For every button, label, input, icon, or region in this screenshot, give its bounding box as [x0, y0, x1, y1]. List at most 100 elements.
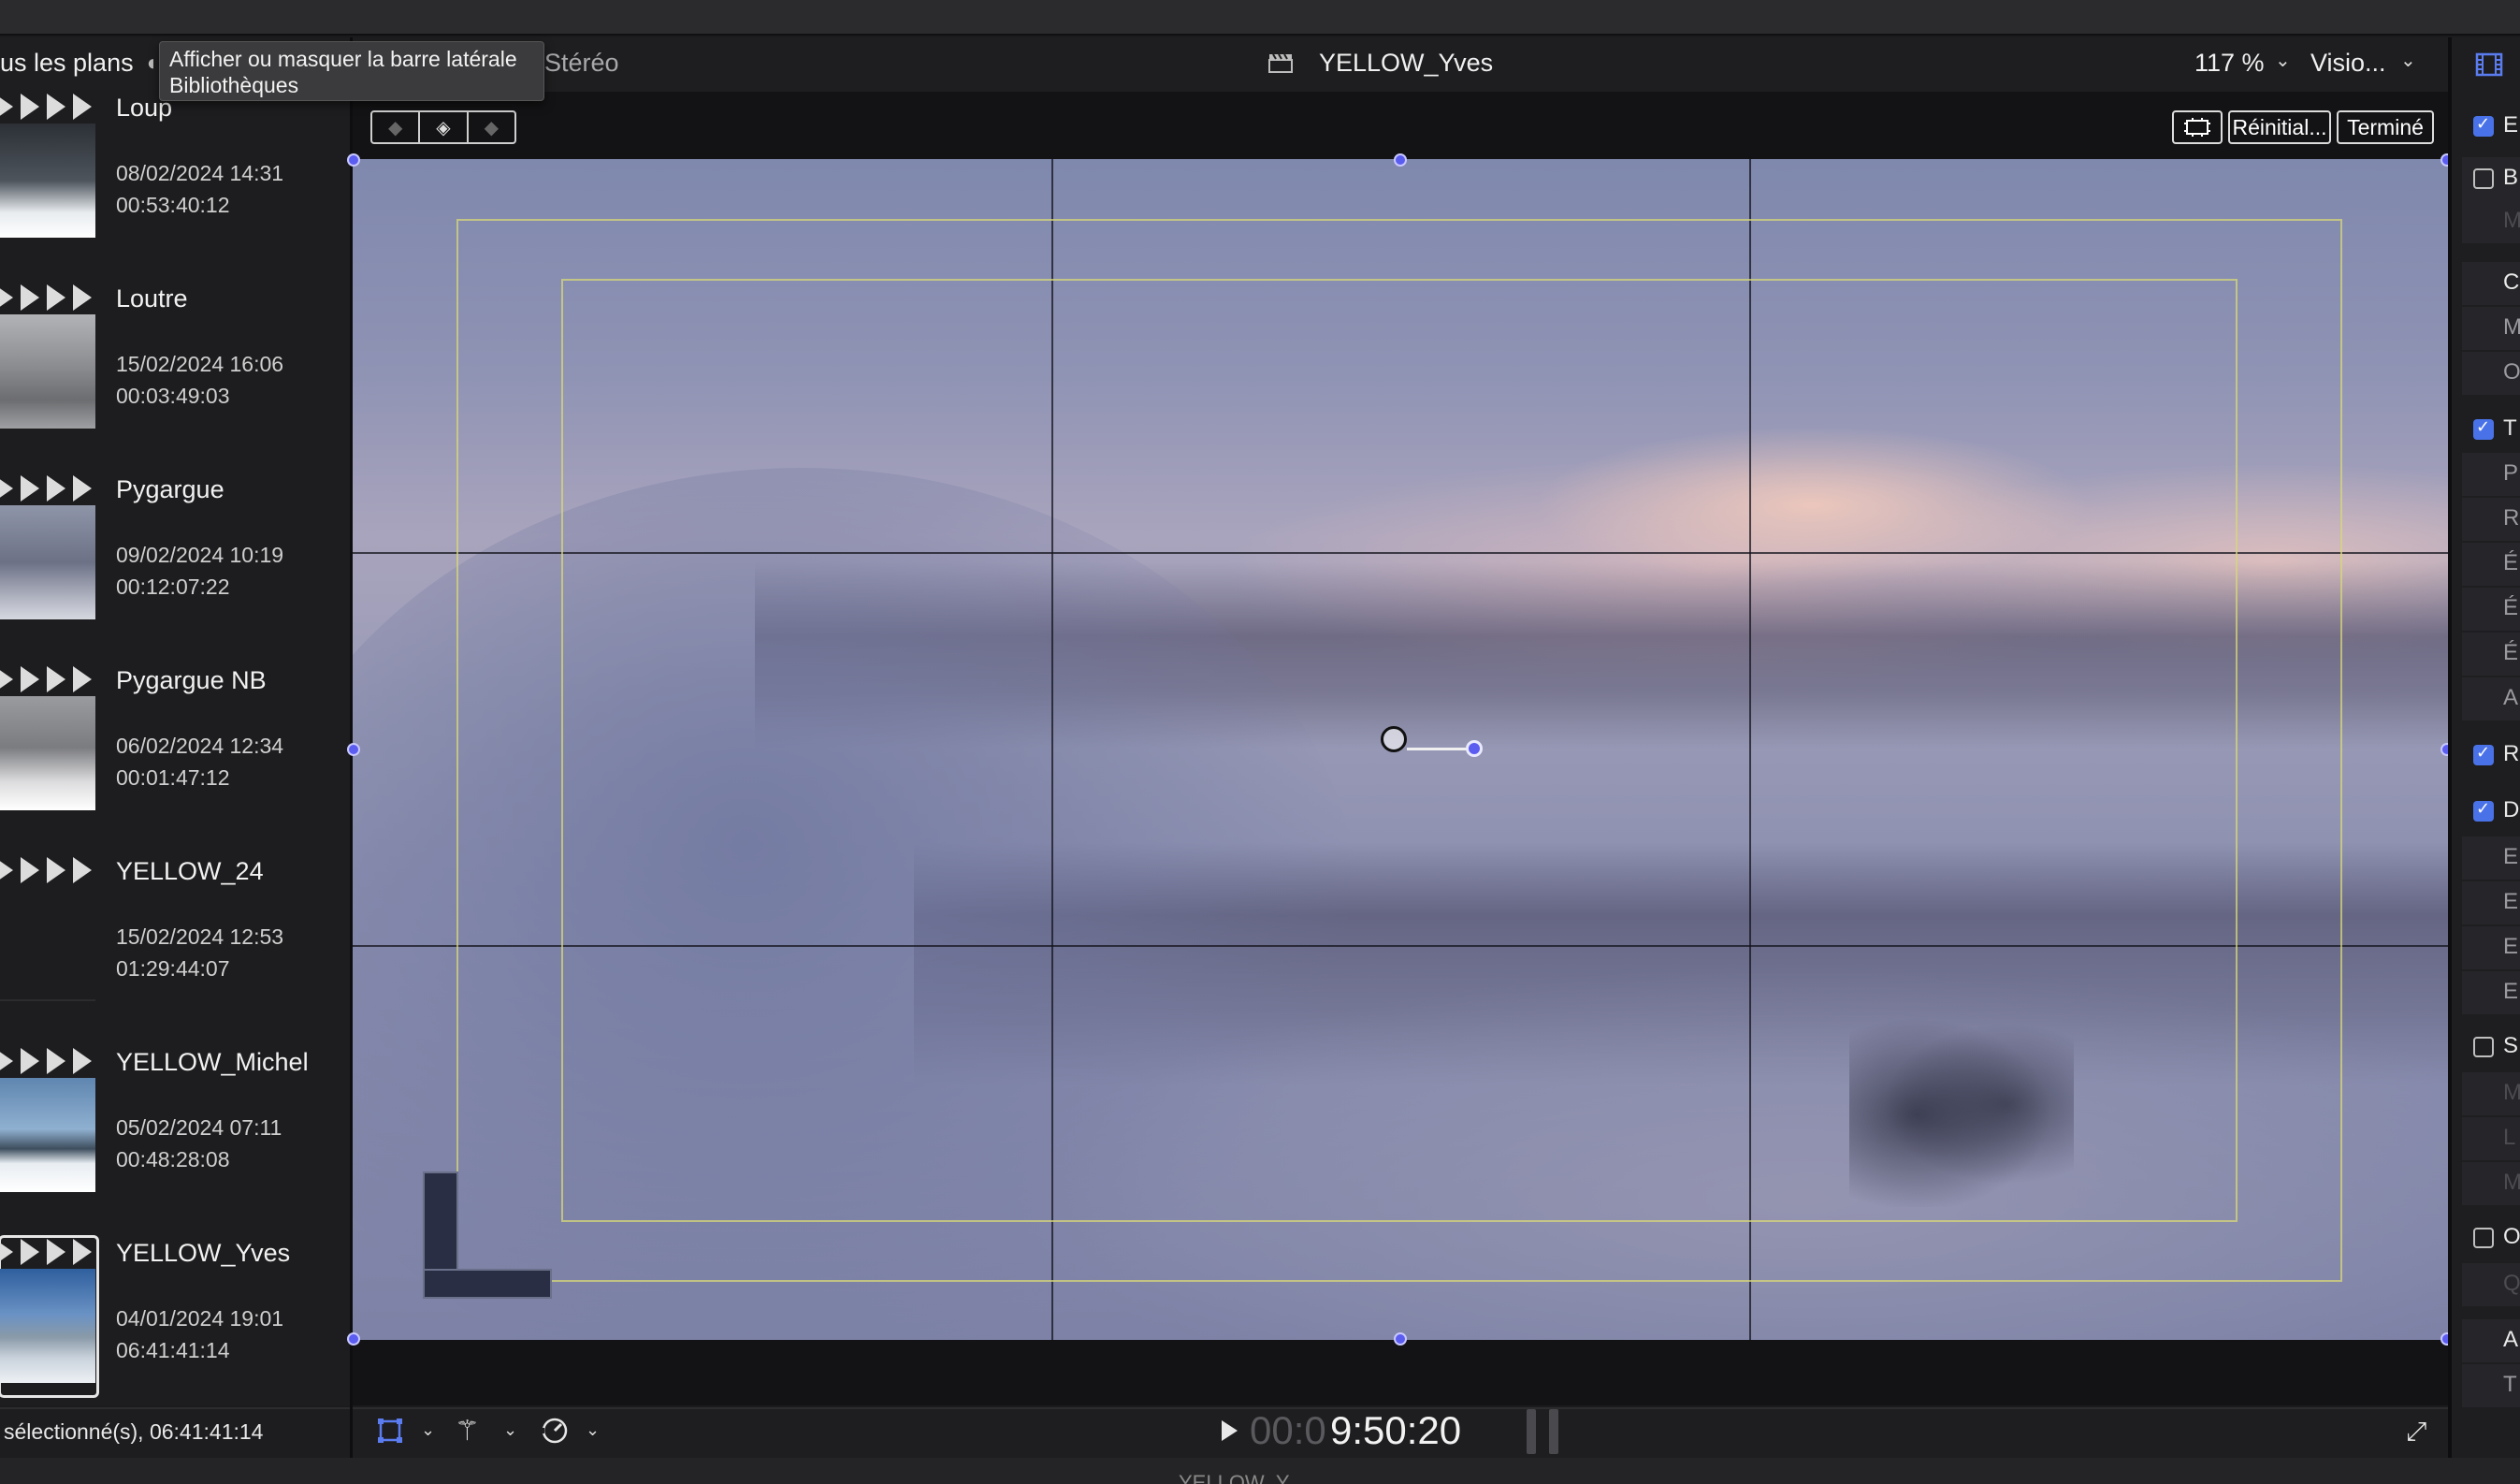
chevron-down-icon[interactable]: ⌄ — [2400, 49, 2416, 72]
effect-enable-checkbox[interactable] — [2473, 743, 2494, 765]
reset-button[interactable]: Réinitial... — [2228, 110, 2331, 144]
chevron-down-icon[interactable]: ⌄ — [421, 1420, 435, 1440]
inspector-video-icon[interactable] — [2475, 52, 2503, 77]
clip-name: Loutre — [116, 284, 188, 313]
effect-enable-checkbox[interactable] — [2473, 799, 2494, 822]
inspector-section-label: R — [2503, 741, 2520, 766]
clip-date: 09/02/2024 10:19 — [116, 543, 284, 567]
view-menu[interactable]: Visio... — [2310, 49, 2386, 78]
clapper-icon — [1268, 53, 1293, 73]
clip-name: Pygargue NB — [116, 666, 267, 694]
clip-date: 08/02/2024 14:31 — [116, 161, 284, 185]
keyframe-prev-icon[interactable]: ◆ — [372, 112, 421, 142]
audio-channel-label: Stéréo — [544, 49, 619, 77]
anchor-point-icon[interactable] — [1381, 726, 1407, 752]
inspector-param-label: E — [2503, 979, 2519, 1004]
done-button[interactable]: Terminé — [2337, 110, 2434, 144]
transform-handle[interactable] — [1394, 1332, 1407, 1346]
play-icon[interactable] — [1222, 1420, 1238, 1441]
clip-thumbnail[interactable] — [0, 314, 95, 429]
clip-duration: 06:41:41:14 — [116, 1338, 230, 1362]
inspector-param-label: É — [2503, 550, 2519, 575]
clip-item-yellow-24[interactable]: YELLOW_24 15/02/2024 12:53 01:29:44:07 — [0, 853, 352, 1044]
filmstrip-icon — [0, 1048, 95, 1074]
tooltip-line: Afficher ou masquer la barre latérale — [169, 47, 517, 71]
clip-name: Pygargue — [116, 475, 224, 503]
keyframe-navigator[interactable]: ◆ ◈ ◆ — [370, 110, 516, 144]
keyframe-next-icon[interactable]: ◆ — [469, 112, 514, 142]
clip-thumbnail[interactable] — [0, 696, 95, 810]
clip-date: 15/02/2024 12:53 — [116, 924, 284, 949]
speed-icon[interactable] — [541, 1417, 569, 1445]
inspector-param-label: E — [2503, 934, 2519, 959]
effect-enable-checkbox[interactable] — [2473, 1037, 2494, 1057]
magic-wand-icon[interactable]: ⚚ — [455, 1415, 480, 1448]
inspector-param-label: A — [2503, 685, 2519, 710]
keyframe-add-icon[interactable]: ◈ — [420, 112, 469, 142]
effect-enable-checkbox[interactable] — [2473, 168, 2494, 189]
clip-duration: 00:03:49:03 — [116, 384, 230, 408]
transform-icon[interactable] — [376, 1417, 404, 1445]
chevron-down-icon[interactable]: ⌄ — [503, 1420, 517, 1440]
effect-enable-checkbox[interactable] — [2473, 417, 2494, 440]
audio-level-meter — [1549, 1409, 1558, 1454]
clip-thumbnail[interactable] — [0, 887, 95, 1001]
effect-enable-checkbox[interactable] — [2473, 114, 2494, 137]
filmstrip-icon — [0, 475, 95, 502]
inspector-param-label: L — [2503, 1125, 2516, 1150]
sidebar-toggle-icon[interactable]: ◖ — [144, 51, 158, 77]
transform-handle[interactable] — [347, 153, 360, 167]
browser-clip-list[interactable]: Loup 08/02/2024 14:31 00:53:40:12 Loutre… — [0, 90, 352, 1405]
transform-handle[interactable] — [347, 1332, 360, 1346]
transform-handle[interactable] — [347, 743, 360, 756]
clip-item-loutre[interactable]: Loutre 15/02/2024 16:06 00:03:49:03 — [0, 281, 352, 472]
clip-item-pygargue-nb[interactable]: Pygargue NB 06/02/2024 12:34 00:01:47:12 — [0, 662, 352, 853]
timeline-clip-label: YELLOW_Y... — [1179, 1471, 1305, 1484]
crop-icon — [2184, 118, 2210, 137]
inspector-section-label: C — [2503, 269, 2520, 295]
inspector-param-label: Q — [2503, 1271, 2520, 1296]
clip-name: YELLOW_Michel — [116, 1048, 309, 1076]
inspector-section-label: A — [2503, 1327, 2519, 1352]
chevron-down-icon[interactable]: ⌄ — [586, 1420, 600, 1440]
crop-icon[interactable] — [2172, 110, 2223, 144]
inspector-section-label: O — [2503, 1224, 2520, 1249]
chevron-down-icon[interactable]: ⌄ — [2275, 49, 2291, 72]
clip-thumbnail[interactable] — [0, 1269, 95, 1383]
zoom-menu[interactable]: 117 % — [2194, 49, 2265, 78]
clip-name: YELLOW_Yves — [116, 1239, 291, 1267]
clip-item-pygargue[interactable]: Pygargue 09/02/2024 10:19 00:12:07:22 — [0, 472, 352, 662]
inspector-section-label: T — [2503, 415, 2517, 441]
inspector-section-label: E — [2503, 112, 2519, 138]
effect-enable-checkbox[interactable] — [2473, 1228, 2494, 1248]
inspector-param-label: M — [2503, 208, 2520, 233]
timecode[interactable]: 9:50:20 — [1330, 1408, 1461, 1453]
fullscreen-icon[interactable]: ⤢ — [2406, 1417, 2426, 1448]
clip-thumbnail[interactable] — [0, 1078, 95, 1192]
inspector-param-label: E — [2503, 844, 2519, 869]
clip-thumbnail[interactable] — [0, 124, 95, 238]
clip-item-yellow-yves[interactable]: YELLOW_Yves 04/01/2024 19:01 06:41:41:14 — [0, 1235, 352, 1405]
clip-duration: 01:29:44:07 — [116, 956, 230, 981]
clip-date: 05/02/2024 07:11 — [116, 1115, 282, 1140]
inspector-param-label: R — [2503, 505, 2520, 531]
clip-item-yellow-michel[interactable]: YELLOW_Michel 05/02/2024 07:11 00:48:28:… — [0, 1044, 352, 1235]
rotation-handle[interactable] — [1466, 740, 1483, 757]
inspector-section-label: S — [2503, 1033, 2519, 1058]
clip-thumbnail[interactable] — [0, 505, 95, 619]
inspector-param-label: É — [2503, 595, 2519, 620]
inspector-param-label: O — [2503, 359, 2520, 385]
filmstrip-icon — [0, 857, 95, 883]
clip-name: YELLOW_24 — [116, 857, 264, 885]
inspector-section-label: D — [2503, 797, 2520, 822]
inspector-param-label: T — [2503, 1372, 2517, 1397]
tooltip-line: Bibliothèques — [169, 73, 299, 97]
timecode-leading: 00:0 — [1250, 1408, 1326, 1452]
selection-status: sélectionné(s), 06:41:41:14 — [4, 1419, 264, 1444]
clip-date: 04/01/2024 19:01 — [116, 1306, 284, 1331]
transform-handle[interactable] — [1394, 153, 1407, 167]
filmstrip-icon — [0, 94, 95, 120]
browser-filter-menu[interactable]: us les plans — [0, 49, 134, 78]
clip-item-loup[interactable]: Loup 08/02/2024 14:31 00:53:40:12 — [0, 90, 352, 281]
clip-date: 06/02/2024 12:34 — [116, 734, 284, 758]
